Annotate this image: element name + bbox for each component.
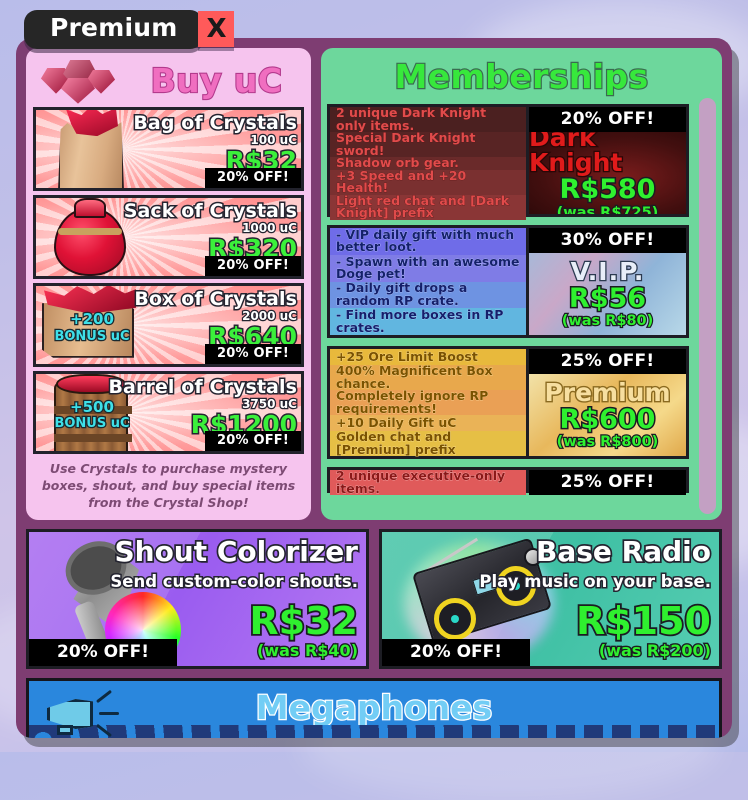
feature-item: 2 unique Dark Knight only items.	[330, 106, 526, 132]
megaphones-banner[interactable]: Megaphones	[26, 678, 722, 738]
crystal-item-text: Sack of Crystals 1000 uC R$320	[122, 198, 298, 262]
bonus-label: BONUS uC	[53, 328, 131, 344]
memberships-list: 2 unique Dark Knight only items. Special…	[327, 104, 716, 515]
feature-item: - Find more boxes in RP crates.	[330, 308, 526, 335]
membership-row-dark-knight[interactable]: 2 unique Dark Knight only items. Special…	[327, 104, 689, 220]
membership-old-price: (was R$80)	[561, 312, 655, 330]
membership-art: Premium R$600 (was R$800)	[529, 374, 686, 456]
membership-art: V.I.P. R$56 (was R$80)	[529, 253, 686, 335]
card-title: Shout Colorizer	[113, 533, 360, 569]
feature-item: Golden chat and [Premium] prefix	[330, 430, 526, 456]
feature-item: - Daily gift drops a random RP crate.	[330, 281, 526, 309]
discount-badge: 30% OFF!	[529, 228, 686, 253]
shout-colorizer-card[interactable]: Shout Colorizer Send custom-color shouts…	[26, 529, 369, 669]
base-radio-card[interactable]: Base Radio Play music on your base. R$15…	[379, 529, 722, 669]
crystal-item-amount: 100 uC	[249, 132, 298, 149]
buy-uc-panel: Buy uC Bag of Crystals 100 uC R$32 20% O…	[26, 48, 311, 520]
card-subtitle: Send custom-color shouts.	[109, 571, 360, 593]
discount-badge: 20% OFF!	[382, 639, 531, 666]
membership-purchase-side: 25% OFF! Premium R$600 (was R$800)	[526, 349, 686, 456]
membership-row-vip[interactable]: - VIP daily gift with much better loot. …	[327, 225, 689, 338]
bonus-badge: +200 BONUS uC	[42, 309, 142, 345]
discount-badge: 25% OFF!	[529, 470, 686, 495]
membership-price: R$580	[558, 173, 657, 206]
feature-item: 2 unique executive-only items.	[330, 469, 526, 495]
membership-name: V.I.P.	[569, 256, 645, 286]
crystal-item-amount: 1000 uC	[241, 220, 298, 237]
crystal-item-text: Box of Crystals 2000 uC R$640	[133, 286, 299, 350]
membership-row-executive[interactable]: 2 unique executive-only items. 25% OFF!	[327, 467, 689, 495]
card-title: Base Radio	[534, 533, 712, 569]
crystal-item-name: Sack of Crystals	[122, 198, 298, 223]
buy-uc-header: Buy uC	[33, 54, 304, 107]
bonus-amount: +500	[69, 397, 115, 416]
buy-uc-title: Buy uC	[150, 60, 284, 101]
membership-row-premium[interactable]: +25 Ore Limit Boost 400% Magnificent Box…	[327, 346, 689, 459]
bonus-badge: +500 BONUS uC	[42, 397, 142, 432]
membership-purchase-side: 30% OFF! V.I.P. R$56 (was R$80)	[526, 228, 686, 335]
crystal-item-barrel[interactable]: +500 BONUS uC Barrel of Crystals 3750 uC…	[33, 370, 304, 455]
membership-old-price: (was R$725)	[555, 204, 659, 214]
card-subtitle: Play music on your base.	[478, 571, 713, 593]
bag-of-crystals-icon	[40, 110, 145, 188]
membership-name: Dark Knight	[529, 132, 624, 178]
memberships-title: Memberships	[393, 56, 649, 97]
crystal-item-name: Barrel of Crystals	[107, 374, 298, 399]
crystal-item-sack[interactable]: Sack of Crystals 1000 uC R$320 20% OFF!	[33, 194, 304, 279]
discount-badge: 20% OFF!	[205, 255, 301, 276]
membership-name: Premium	[543, 377, 672, 407]
membership-features: 2 unique executive-only items.	[330, 469, 526, 495]
feature-item: - VIP daily gift with much better loot.	[330, 228, 526, 255]
membership-purchase-side: 20% OFF! Dark Knight R$580 (was R$725)	[526, 107, 686, 214]
feature-item: +3 Speed and +20 Health!	[330, 168, 526, 195]
discount-badge: 20% OFF!	[529, 107, 686, 132]
membership-purchase-side: 25% OFF!	[526, 470, 686, 495]
crystal-item-box[interactable]: +200 BONUS uC Box of Crystals 2000 uC R$…	[33, 282, 304, 367]
discount-badge: 20% OFF!	[205, 343, 301, 364]
megaphone-icon	[43, 689, 123, 738]
memberships-scrollbar[interactable]	[699, 98, 716, 514]
membership-price: R$600	[558, 403, 657, 435]
card-price: R$32	[248, 599, 360, 643]
discount-badge: 20% OFF!	[205, 167, 301, 188]
crystal-item-text: Bag of Crystals 100 uC R$32	[132, 111, 299, 175]
banner-scallop-edge	[29, 725, 719, 738]
crystal-item-name: Box of Crystals	[133, 286, 298, 311]
memberships-panel: Memberships 2 unique Dark Knight only it…	[321, 48, 722, 520]
window-title: Premium	[24, 10, 204, 49]
discount-badge: 20% OFF!	[29, 639, 178, 666]
discount-badge: 20% OFF!	[205, 431, 301, 452]
feature-item: Special Dark Knight sword!	[330, 131, 526, 157]
discount-badge: 25% OFF!	[529, 349, 686, 374]
buy-uc-footer-text: Use Crystals to purchase mystery boxes, …	[41, 461, 296, 511]
membership-features: +25 Ore Limit Boost 400% Magnificent Box…	[330, 349, 526, 456]
card-price: R$150	[574, 599, 713, 643]
membership-price: R$56	[567, 282, 647, 314]
premium-shop-window: Buy uC Bag of Crystals 100 uC R$32 20% O…	[16, 38, 732, 738]
membership-old-price: (was R$800)	[555, 433, 659, 451]
feature-item: 400% Magnificent Box chance.	[330, 364, 526, 390]
membership-features: 2 unique Dark Knight only items. Special…	[330, 106, 526, 220]
feature-cards-row: Shout Colorizer Send custom-color shouts…	[26, 529, 722, 669]
bonus-amount: +200	[69, 309, 115, 328]
crystal-gems-icon	[37, 58, 133, 104]
card-old-price: (was R$40)	[256, 640, 360, 662]
crystal-item-name: Bag of Crystals	[132, 111, 299, 136]
close-button[interactable]: X	[198, 11, 235, 48]
feature-item: Light red chat and [Dark Knight] prefix	[330, 193, 526, 220]
bonus-label: BONUS uC	[53, 416, 131, 432]
feature-item: Completely ignore RP requirements!	[330, 389, 526, 415]
crystal-item-bag[interactable]: Bag of Crystals 100 uC R$32 20% OFF!	[33, 107, 304, 191]
membership-art: Dark Knight R$580 (was R$725)	[529, 132, 686, 214]
card-old-price: (was R$200)	[597, 640, 712, 662]
shop-columns: Buy uC Bag of Crystals 100 uC R$32 20% O…	[26, 48, 722, 520]
titlebar: Premium X	[24, 10, 235, 49]
feature-item: - Spawn with an awesome Doge pet!	[330, 255, 526, 282]
membership-features: - VIP daily gift with much better loot. …	[330, 228, 526, 335]
crystal-item-amount: 2000 uC	[241, 308, 298, 325]
